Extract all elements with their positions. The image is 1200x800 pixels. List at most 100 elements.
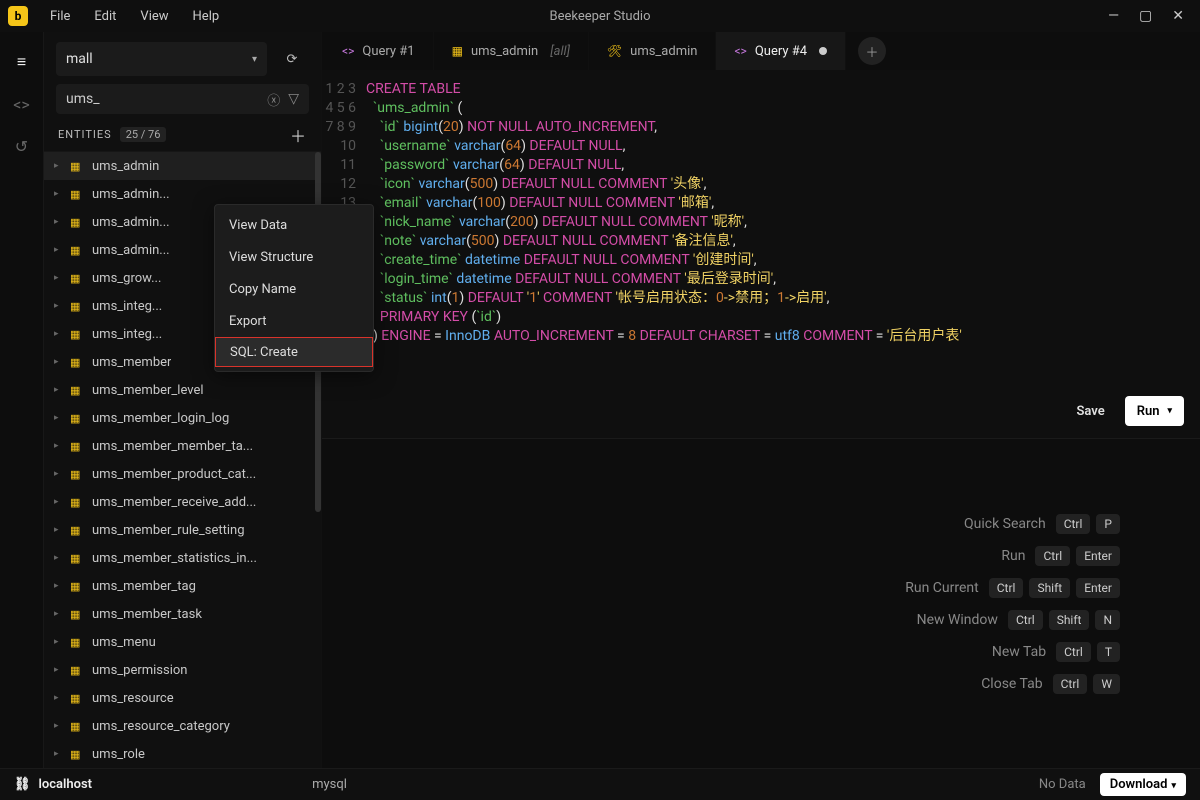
expand-icon[interactable]: ▸ — [54, 189, 62, 199]
expand-icon[interactable]: ▸ — [54, 329, 62, 339]
search-value: ums_ — [66, 91, 100, 107]
code-icon[interactable]: <> — [12, 94, 32, 114]
menu-edit[interactable]: Edit — [84, 5, 126, 28]
table-item[interactable]: ▸▦ums_member_member_ta... — [44, 432, 321, 460]
keycap: Ctrl — [1056, 514, 1091, 534]
expand-icon[interactable]: ▸ — [54, 553, 62, 563]
results-panel: Quick SearchCtrlPRunCtrlEnterRun Current… — [322, 438, 1200, 768]
context-menu-item[interactable]: View Data — [215, 209, 373, 241]
context-menu-item[interactable]: View Structure — [215, 241, 373, 273]
table-item[interactable]: ▸▦ums_member_receive_add... — [44, 488, 321, 516]
menu-help[interactable]: Help — [183, 5, 230, 28]
save-button[interactable]: Save — [1064, 396, 1116, 426]
expand-icon[interactable]: ▸ — [54, 301, 62, 311]
context-menu-item[interactable]: SQL: Create — [215, 337, 373, 367]
expand-icon[interactable]: ▸ — [54, 357, 62, 367]
shortcut-row: New WindowCtrlShiftN — [898, 610, 1120, 630]
context-menu-item[interactable]: Copy Name — [215, 273, 373, 305]
table-icon: ▦ — [70, 216, 84, 229]
expand-icon[interactable]: ▸ — [54, 693, 62, 703]
table-icon: ▦ — [70, 580, 84, 593]
table-item[interactable]: ▸▦ums_menu — [44, 628, 321, 656]
expand-icon[interactable]: ▸ — [54, 273, 62, 283]
keycap: Shift — [1029, 578, 1070, 598]
expand-icon[interactable]: ▸ — [54, 441, 62, 451]
table-item[interactable]: ▸▦ums_resource_category — [44, 712, 321, 740]
shortcut-label: Close Tab — [943, 676, 1043, 692]
connection-host[interactable]: ⛓ localhost — [14, 777, 92, 792]
table-item[interactable]: ▸▦ums_member_login_log — [44, 404, 321, 432]
no-data-label: No Data — [1039, 777, 1086, 792]
table-name: ums_member_tag — [92, 579, 196, 594]
add-entity-button[interactable]: ＋ — [290, 123, 307, 147]
sql-editor[interactable]: 1 2 3 4 5 6 7 8 9 10 11 12 13 14 CREATE … — [322, 70, 1200, 438]
menu-bar: FileEditViewHelp — [40, 5, 229, 28]
minimize-icon[interactable]: — — [1108, 8, 1119, 24]
menu-file[interactable]: File — [40, 5, 80, 28]
tab[interactable]: <>Query #4 — [716, 32, 846, 70]
table-item[interactable]: ▸▦ums_admin — [44, 152, 321, 180]
maximize-icon[interactable]: ▢ — [1139, 8, 1152, 24]
expand-icon[interactable]: ▸ — [54, 245, 62, 255]
entities-header: ENTITIES 25 / 76 ＋ — [44, 118, 321, 152]
tab-label: Query #1 — [362, 44, 414, 59]
tab[interactable]: 🛠ums_admin — [589, 32, 717, 70]
database-icon[interactable]: ≡ — [12, 52, 32, 72]
expand-icon[interactable]: ▸ — [54, 161, 62, 171]
shortcut-label: New Window — [898, 612, 998, 628]
table-icon: ▦ — [70, 272, 84, 285]
tab[interactable]: ▦ums_admin[all] — [434, 32, 589, 70]
table-icon: ▦ — [70, 384, 84, 397]
table-item[interactable]: ▸ ▦ ums_member_tag — [44, 572, 321, 600]
table-name: ums_member_statistics_in... — [92, 551, 257, 566]
tab[interactable]: <> Query #1 — [324, 32, 434, 70]
expand-icon[interactable]: ▸ — [54, 497, 62, 507]
context-menu-item[interactable]: Export — [215, 305, 373, 337]
expand-icon[interactable]: ▸ — [54, 525, 62, 535]
history-icon[interactable]: ↺ — [12, 136, 32, 156]
expand-icon[interactable]: ▸ — [54, 721, 62, 731]
database-select[interactable]: mall ▾ — [56, 42, 267, 76]
expand-icon[interactable]: ▸ — [54, 609, 62, 619]
refresh-button[interactable]: ⟳ — [275, 42, 309, 76]
table-icon: ▦ — [70, 356, 84, 369]
expand-icon[interactable]: ▸ — [54, 385, 62, 395]
table-icon: ▦ — [70, 552, 84, 565]
expand-icon[interactable]: ▸ — [54, 637, 62, 647]
clear-icon[interactable]: ⓧ — [267, 90, 280, 109]
table-item[interactable]: ▸▦ums_resource — [44, 684, 321, 712]
filter-icon[interactable]: ▽ — [288, 91, 299, 107]
table-name: ums_integ... — [92, 327, 162, 342]
table-icon: ▦ — [70, 440, 84, 453]
table-item[interactable]: ▸▦ums_member_level — [44, 376, 321, 404]
keycap: P — [1096, 514, 1120, 534]
run-button[interactable]: Run ▾ — [1125, 396, 1184, 426]
table-name: ums_admin — [92, 159, 159, 174]
expand-icon[interactable]: ▸ — [54, 469, 62, 479]
table-item[interactable]: ▸ ▦ ums_member_statistics_in... — [44, 544, 321, 572]
close-icon[interactable]: ✕ — [1172, 8, 1184, 24]
code-area[interactable]: CREATE TABLE `ums_admin` ( `id` bigint(2… — [366, 80, 1200, 438]
expand-icon[interactable]: ▸ — [54, 413, 62, 423]
code-icon: <> — [734, 44, 746, 58]
table-name: ums_menu — [92, 635, 156, 650]
tab-label: ums_admin — [630, 44, 697, 59]
add-tab-button[interactable]: ＋ — [858, 37, 886, 65]
search-input[interactable]: ums_ ⓧ ▽ — [56, 84, 309, 114]
activity-bar: ≡ <> ↺ — [0, 32, 44, 768]
chevron-down-icon[interactable]: ▾ — [1167, 402, 1172, 421]
table-item[interactable]: ▸▦ums_role — [44, 740, 321, 768]
table-item[interactable]: ▸▦ums_member_rule_setting — [44, 516, 321, 544]
table-name: ums_resource_category — [92, 719, 230, 734]
shortcut-label: Run — [925, 548, 1025, 564]
expand-icon[interactable]: ▸ — [54, 749, 62, 759]
code-icon: <> — [342, 44, 354, 58]
download-button[interactable]: Download▾ — [1100, 773, 1186, 796]
table-item[interactable]: ▸▦ums_permission — [44, 656, 321, 684]
expand-icon[interactable]: ▸ — [54, 581, 62, 591]
expand-icon[interactable]: ▸ — [54, 665, 62, 675]
table-item[interactable]: ▸▦ums_member_product_cat... — [44, 460, 321, 488]
expand-icon[interactable]: ▸ — [54, 217, 62, 227]
table-item[interactable]: ▸▦ums_member_task — [44, 600, 321, 628]
menu-view[interactable]: View — [130, 5, 178, 28]
